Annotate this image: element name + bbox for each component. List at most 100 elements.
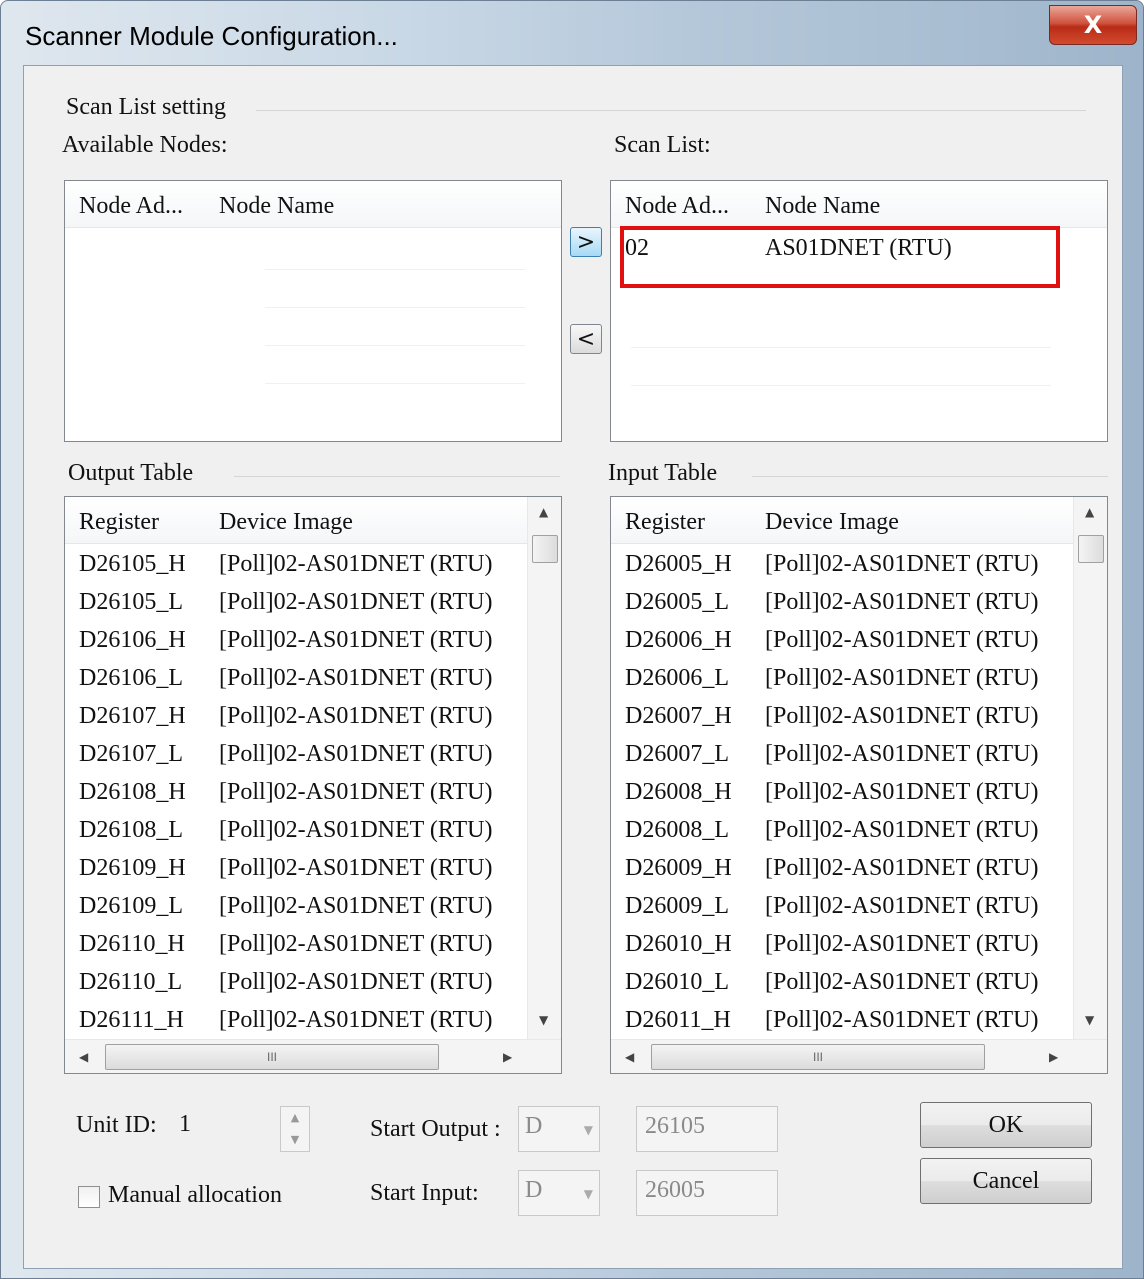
scroll-up-icon[interactable]: ▲: [539, 505, 548, 519]
column-node-name[interactable]: Node Name: [219, 193, 334, 220]
table-row[interactable]: D26108_L [Poll]02-AS01DNET (RTU): [65, 813, 561, 851]
scroll-down-icon[interactable]: ▼: [1085, 1013, 1094, 1027]
column-device-image[interactable]: Device Image: [219, 509, 353, 536]
group-divider: [234, 476, 560, 477]
row-guide: [631, 385, 1051, 386]
device-image-cell: [Poll]02-AS01DNET (RTU): [219, 589, 493, 615]
table-row[interactable]: D26109_L [Poll]02-AS01DNET (RTU): [65, 889, 561, 927]
register-cell: D26007_H: [625, 703, 732, 729]
scroll-up-icon[interactable]: ▲: [1085, 505, 1094, 519]
row-guide: [265, 345, 525, 346]
scroll-right-icon[interactable]: ▶: [503, 1050, 512, 1064]
manual-allocation-label[interactable]: Manual allocation: [108, 1182, 282, 1209]
output-table[interactable]: Register Device Image D26105_H [Poll]02-A…: [64, 496, 562, 1074]
input-table[interactable]: Register Device Image D26005_H [Poll]02-A…: [610, 496, 1108, 1074]
table-row[interactable]: D26010_L [Poll]02-AS01DNET (RTU): [611, 965, 1107, 1003]
table-row[interactable]: D26009_L [Poll]02-AS01DNET (RTU): [611, 889, 1107, 927]
scroll-right-icon[interactable]: ▶: [1049, 1050, 1058, 1064]
table-row[interactable]: D26108_H [Poll]02-AS01DNET (RTU): [65, 775, 561, 813]
vertical-scrollbar[interactable]: ▲ ▼: [1073, 497, 1107, 1039]
register-cell: D26009_H: [625, 855, 732, 881]
table-row[interactable]: D26005_L [Poll]02-AS01DNET (RTU): [611, 585, 1107, 623]
scroll-left-icon[interactable]: ◀: [79, 1050, 88, 1064]
device-image-cell: [Poll]02-AS01DNET (RTU): [219, 931, 493, 957]
ok-button[interactable]: OK: [920, 1102, 1092, 1148]
table-row[interactable]: D26105_H [Poll]02-AS01DNET (RTU): [65, 547, 561, 585]
remove-from-scan-list-button[interactable]: <: [570, 324, 602, 354]
device-image-cell: [Poll]02-AS01DNET (RTU): [765, 969, 1039, 995]
device-image-cell: [Poll]02-AS01DNET (RTU): [765, 779, 1039, 805]
table-row[interactable]: D26007_L [Poll]02-AS01DNET (RTU): [611, 737, 1107, 775]
start-output-field[interactable]: 26105: [636, 1106, 778, 1152]
highlight-box: [620, 226, 1060, 288]
scan-list[interactable]: Node Ad... Node Name 02 AS01DNET (RTU): [610, 180, 1108, 442]
table-row[interactable]: D26109_H [Poll]02-AS01DNET (RTU): [65, 851, 561, 889]
chevron-down-icon: ▼: [583, 1187, 593, 1201]
spin-up-icon[interactable]: ▲: [281, 1107, 309, 1129]
register-cell: D26111_H: [79, 1007, 184, 1033]
vertical-scrollbar[interactable]: ▲ ▼: [527, 497, 561, 1039]
table-row[interactable]: D26107_H [Poll]02-AS01DNET (RTU): [65, 699, 561, 737]
scroll-thumb[interactable]: [1078, 535, 1104, 563]
scroll-left-icon[interactable]: ◀: [625, 1050, 634, 1064]
start-input-device: D: [525, 1177, 543, 1203]
register-cell: D26105_L: [79, 589, 183, 615]
register-cell: D26005_H: [625, 551, 732, 577]
table-row[interactable]: D26005_H [Poll]02-AS01DNET (RTU): [611, 547, 1107, 585]
device-image-cell: [Poll]02-AS01DNET (RTU): [765, 1007, 1039, 1033]
register-cell: D26006_H: [625, 627, 732, 653]
start-input-device-select[interactable]: D ▼: [518, 1170, 600, 1216]
available-nodes-list[interactable]: Node Ad... Node Name: [64, 180, 562, 442]
list-header: Register Device Image: [65, 497, 527, 544]
table-row[interactable]: D26008_H [Poll]02-AS01DNET (RTU): [611, 775, 1107, 813]
table-row[interactable]: D26008_L [Poll]02-AS01DNET (RTU): [611, 813, 1107, 851]
scroll-thumb[interactable]: [532, 535, 558, 563]
device-image-cell: [Poll]02-AS01DNET (RTU): [219, 1007, 493, 1033]
scroll-thumb[interactable]: III: [105, 1044, 439, 1070]
device-image-cell: [Poll]02-AS01DNET (RTU): [765, 741, 1039, 767]
scroll-thumb[interactable]: III: [651, 1044, 985, 1070]
table-row[interactable]: D26110_L [Poll]02-AS01DNET (RTU): [65, 965, 561, 1003]
column-node-name[interactable]: Node Name: [765, 193, 880, 220]
add-to-scan-list-button[interactable]: >: [570, 227, 602, 257]
column-node-address[interactable]: Node Ad...: [79, 193, 183, 220]
table-row[interactable]: D26009_H [Poll]02-AS01DNET (RTU): [611, 851, 1107, 889]
device-image-cell: [Poll]02-AS01DNET (RTU): [219, 551, 493, 577]
close-button[interactable]: X: [1049, 5, 1137, 45]
table-row[interactable]: D26110_H [Poll]02-AS01DNET (RTU): [65, 927, 561, 965]
register-cell: D26007_L: [625, 741, 729, 767]
horizontal-scrollbar[interactable]: ◀ III ▶: [65, 1039, 561, 1073]
scan-list-setting-heading: Scan List setting: [66, 94, 226, 120]
unit-id-spinner[interactable]: ▲ ▼: [280, 1106, 310, 1152]
column-register[interactable]: Register: [625, 509, 705, 536]
start-output-device-select[interactable]: D ▼: [518, 1106, 600, 1152]
table-row[interactable]: D26007_H [Poll]02-AS01DNET (RTU): [611, 699, 1107, 737]
table-row[interactable]: D26011_H [Poll]02-AS01DNET (RTU): [611, 1003, 1107, 1041]
scanner-config-dialog: Scanner Module Configuration... X Scan L…: [0, 0, 1144, 1279]
unit-id-field[interactable]: 1: [170, 1104, 278, 1150]
column-device-image[interactable]: Device Image: [765, 509, 899, 536]
table-row[interactable]: D26010_H [Poll]02-AS01DNET (RTU): [611, 927, 1107, 965]
column-register[interactable]: Register: [79, 509, 159, 536]
table-row[interactable]: D26006_H [Poll]02-AS01DNET (RTU): [611, 623, 1107, 661]
device-image-cell: [Poll]02-AS01DNET (RTU): [219, 855, 493, 881]
device-image-cell: [Poll]02-AS01DNET (RTU): [765, 589, 1039, 615]
scroll-down-icon[interactable]: ▼: [539, 1013, 548, 1027]
table-row[interactable]: D26107_L [Poll]02-AS01DNET (RTU): [65, 737, 561, 775]
column-node-address[interactable]: Node Ad...: [625, 193, 729, 220]
title-bar[interactable]: Scanner Module Configuration... X: [1, 1, 1143, 65]
start-input-field[interactable]: 26005: [636, 1170, 778, 1216]
horizontal-scrollbar[interactable]: ◀ III ▶: [611, 1039, 1107, 1073]
table-row[interactable]: D26106_H [Poll]02-AS01DNET (RTU): [65, 623, 561, 661]
table-row[interactable]: D26105_L [Poll]02-AS01DNET (RTU): [65, 585, 561, 623]
table-row[interactable]: D26111_H [Poll]02-AS01DNET (RTU): [65, 1003, 561, 1041]
manual-allocation-checkbox[interactable]: [78, 1186, 100, 1208]
spin-down-icon[interactable]: ▼: [281, 1129, 309, 1151]
table-row[interactable]: D26106_L [Poll]02-AS01DNET (RTU): [65, 661, 561, 699]
register-cell: D26011_H: [625, 1007, 731, 1033]
grip-icon: III: [812, 1050, 823, 1064]
dialog-client-area: Scan List setting Available Nodes: Scan …: [23, 65, 1123, 1269]
table-row[interactable]: D26006_L [Poll]02-AS01DNET (RTU): [611, 661, 1107, 699]
available-nodes-label: Available Nodes:: [62, 132, 228, 158]
cancel-button[interactable]: Cancel: [920, 1158, 1092, 1204]
